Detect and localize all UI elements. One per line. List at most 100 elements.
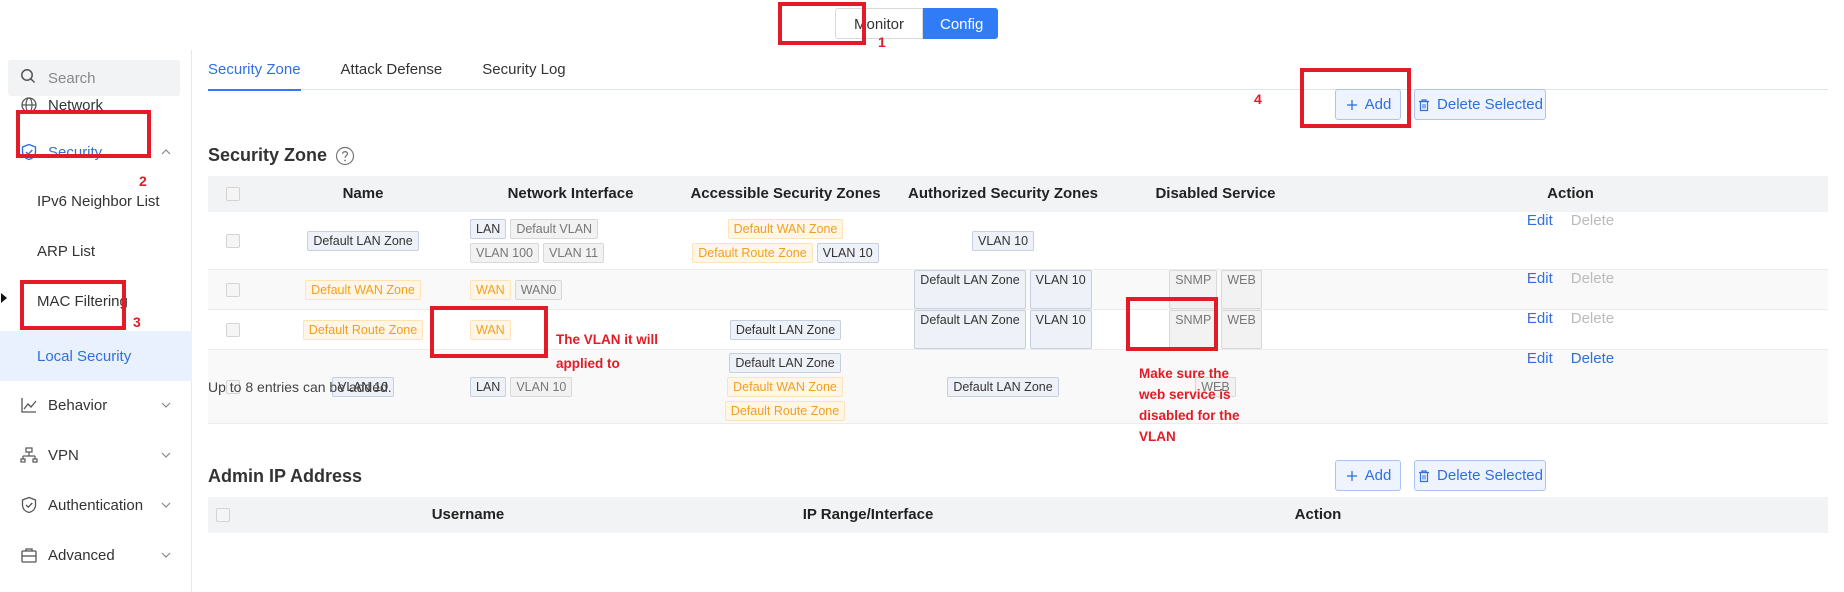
column-header: Action xyxy=(1547,185,1594,202)
annotation-box-config xyxy=(778,2,866,45)
column-header: Authorized Security Zones xyxy=(907,185,1099,202)
edit-link[interactable]: Edit xyxy=(1527,270,1553,309)
disabled-service-tag: WEB xyxy=(1221,310,1262,349)
annotation-number: 3 xyxy=(133,314,141,330)
interface-tag: LAN xyxy=(470,218,507,239)
disabled-service-tag: WEB xyxy=(1221,270,1262,309)
tab-attack-defense[interactable]: Attack Defense xyxy=(341,50,443,90)
select-all-checkbox[interactable] xyxy=(226,187,240,201)
zone-name-tag: Default LAN Zone xyxy=(307,230,419,251)
delete-selected-zone-button[interactable]: Delete Selected xyxy=(1414,89,1546,120)
sidebar-item-label: Authentication xyxy=(48,496,144,514)
sidebar-item-authentication[interactable]: Authentication xyxy=(0,485,192,525)
chevron-down-icon xyxy=(160,449,172,461)
chevron-down-icon xyxy=(160,549,172,561)
accessible-zone-tag: Default Route Zone xyxy=(692,242,813,263)
sidebar-item-label: Behavior xyxy=(48,396,108,414)
tab-security-zone[interactable]: Security Zone xyxy=(208,50,301,91)
interface-tag: VLAN 10 xyxy=(510,376,573,397)
admin-ip-header: Admin IP Address xyxy=(208,466,362,487)
delete-selected-label: Delete Selected xyxy=(1437,467,1543,484)
delete-link: Delete xyxy=(1570,270,1615,287)
tab-security-log[interactable]: Security Log xyxy=(482,50,565,90)
network-nodes-icon xyxy=(20,446,38,464)
annotation-box-security xyxy=(16,110,151,158)
authorized-zone-tag: VLAN 10 xyxy=(971,230,1035,251)
column-header: Username xyxy=(431,506,505,523)
column-header: Disabled Service xyxy=(1155,185,1276,202)
edit-link[interactable]: Edit xyxy=(1527,310,1553,349)
sidebar-item-label: VPN xyxy=(48,446,79,464)
interface-tag: LAN xyxy=(470,376,507,397)
interface-tag: VLAN 100 xyxy=(470,242,539,263)
row-checkbox[interactable] xyxy=(226,283,240,297)
interface-tag: WAN0 xyxy=(514,279,563,300)
toolbox-icon xyxy=(20,546,38,564)
admin-ip-table: Username IP Range/Interface Action xyxy=(208,497,1828,533)
add-admin-ip-button[interactable]: Add xyxy=(1335,460,1401,491)
sidebar-subitem-ipv6-neighbor-list[interactable]: IPv6 Neighbor List xyxy=(0,181,192,221)
delete-selected-admin-ip-button[interactable]: Delete Selected xyxy=(1414,460,1546,491)
table-row: Default WAN Zone WAN WAN0 Default LAN Zo… xyxy=(208,270,1828,310)
delete-link[interactable]: Delete xyxy=(1571,350,1614,423)
interface-tag: Default VLAN xyxy=(510,218,599,239)
select-all-checkbox[interactable] xyxy=(216,508,230,522)
add-label: Add xyxy=(1364,467,1392,484)
column-header: Network Interface xyxy=(507,185,634,202)
section-title: Security Zone xyxy=(208,145,328,165)
row-checkbox[interactable] xyxy=(226,323,240,337)
collapse-sidebar-icon[interactable] xyxy=(0,292,8,304)
annotation-box-add xyxy=(1300,68,1411,128)
sidebar-subitem-local-security[interactable]: Local Security xyxy=(0,331,192,381)
trash-icon xyxy=(1417,98,1431,112)
chevron-down-icon xyxy=(160,499,172,511)
table-header: Name Network Interface Accessible Securi… xyxy=(208,176,1828,212)
delete-selected-label: Delete Selected xyxy=(1437,96,1543,113)
section-title: Admin IP Address xyxy=(208,466,363,486)
entry-limit-note: Up to 8 entries can be added. xyxy=(208,379,392,395)
row-checkbox[interactable] xyxy=(226,234,240,248)
table-row: Default LAN Zone LAN Default VLAN VLAN 1… xyxy=(208,212,1828,270)
annotation-vlan-note: The VLAN it will applied to xyxy=(556,332,659,371)
trash-icon xyxy=(1417,469,1431,483)
edit-link[interactable]: Edit xyxy=(1527,350,1553,423)
annotation-box-interface xyxy=(430,306,548,358)
tab-bar: Security Zone Attack Defense Security Lo… xyxy=(208,50,1828,91)
authorized-zone-tag: VLAN 10 xyxy=(1029,310,1092,349)
column-header: Accessible Security Zones xyxy=(690,185,881,202)
shield-icon xyxy=(20,496,38,514)
accessible-zone-tag: Default LAN Zone xyxy=(729,352,841,373)
edit-link[interactable]: Edit xyxy=(1527,212,1553,269)
sidebar-item-vpn[interactable]: VPN xyxy=(0,435,192,475)
delete-link: Delete xyxy=(1570,212,1615,229)
annotation-box-local-security xyxy=(20,280,126,330)
plus-icon xyxy=(1345,469,1359,483)
security-zone-header: Security Zone xyxy=(208,145,355,166)
annotation-box-disabled-service xyxy=(1126,297,1218,351)
annotation-number: 2 xyxy=(139,173,147,189)
annotation-number: 4 xyxy=(1254,91,1262,107)
help-icon[interactable] xyxy=(335,146,355,166)
sidebar-item-behavior[interactable]: Behavior xyxy=(0,385,192,425)
accessible-zone-tag: Default LAN Zone xyxy=(729,319,842,340)
authorized-zone-tag: Default LAN Zone xyxy=(914,270,1026,309)
chevron-down-icon xyxy=(160,399,172,411)
column-header: IP Range/Interface xyxy=(802,506,934,523)
accessible-zone-tag: Default WAN Zone xyxy=(727,218,844,239)
sidebar-item-advanced[interactable]: Advanced xyxy=(0,535,192,575)
delete-link: Delete xyxy=(1570,310,1615,327)
column-header: Action xyxy=(1294,506,1342,523)
annotation-web-note: Make sure the web service is disabled fo… xyxy=(1139,366,1240,444)
sidebar-subitem-arp-list[interactable]: ARP List xyxy=(0,231,192,271)
authorized-zone-tag: VLAN 10 xyxy=(1029,270,1092,309)
zone-name-tag: Default WAN Zone xyxy=(305,279,421,300)
authorized-zone-tag: Default LAN Zone xyxy=(914,310,1026,349)
column-header: Name xyxy=(342,185,384,202)
chart-line-icon xyxy=(20,396,38,414)
accessible-zone-tag: Default Route Zone xyxy=(724,400,846,421)
accessible-zone-tag: VLAN 10 xyxy=(816,242,879,263)
config-button[interactable]: Config xyxy=(923,8,998,39)
annotation-number: 1 xyxy=(878,34,886,50)
interface-tag: WAN xyxy=(470,279,511,300)
table-header: Username IP Range/Interface Action xyxy=(208,497,1828,533)
